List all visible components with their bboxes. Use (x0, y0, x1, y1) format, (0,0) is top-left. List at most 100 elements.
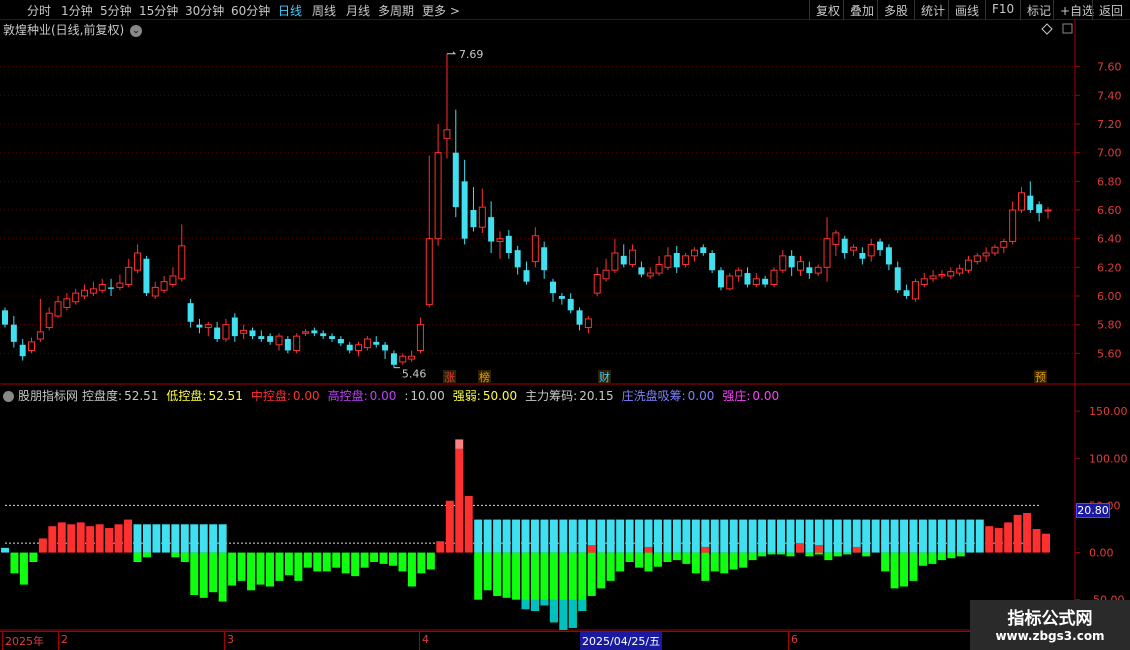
candle-body-down (762, 278, 769, 285)
indicator-bar-negative (710, 552, 719, 572)
candle-body-down (558, 296, 565, 299)
indicator-bar-negative (587, 552, 596, 596)
indicator-bar-negative (890, 552, 899, 589)
candle-body-down (885, 247, 892, 265)
candle-body-up (920, 278, 928, 286)
candle-body-up (664, 255, 672, 268)
indicator-bar-positive (862, 519, 871, 553)
indicator-bar-negative (881, 552, 890, 572)
candle-body-down (249, 330, 256, 337)
indicator-field-value: 52.51 (124, 389, 159, 403)
candle-body-up (584, 318, 592, 329)
indicator-bar-positive (493, 519, 502, 553)
date-tick (58, 632, 59, 650)
candle-body-down (187, 303, 194, 322)
indicator-bar-negative (701, 552, 710, 581)
candle-body-up (964, 259, 972, 271)
indicator-bar-negative (616, 552, 625, 572)
indicator-bar-negative (947, 552, 956, 559)
indicator-bar-positive (209, 524, 218, 553)
date-label-4: 6 (791, 633, 798, 646)
price-tick-label: 7.60 (1097, 61, 1122, 74)
indicator-bar-positive (616, 519, 625, 553)
candle-body-down (329, 336, 336, 339)
indicator-bar-positive (748, 519, 757, 553)
indicator-bar-negative (332, 552, 341, 568)
candle-body-up (929, 275, 937, 280)
indicator-bar-positive (918, 519, 927, 553)
chart-area[interactable]: 7.60 7.40 7.20 7.00 6.80 6.60 6.40 6.20 6.00 5.80… (0, 0, 1130, 650)
candle-body-up (478, 206, 486, 228)
indicator-bar-negative (663, 552, 672, 562)
candle-body-up (204, 324, 212, 329)
indicator-bar-positive (1032, 529, 1041, 553)
indicator-bar-positive (436, 541, 445, 553)
indicator-bar-positive (1042, 533, 1050, 553)
candle-body-down (214, 327, 221, 339)
candle-body-up (89, 288, 97, 294)
candle-body-up (222, 324, 230, 340)
indicator-bar-positive (1004, 522, 1013, 553)
indicator-bar-negative (370, 552, 379, 562)
low-price-label: 5.46 (402, 367, 427, 380)
indicator-field-value: 10.00 (410, 389, 445, 403)
indicator-bar-accent (795, 543, 804, 553)
candle-body-down (267, 336, 274, 342)
candle-body-down (709, 253, 716, 271)
candle-body-up (982, 252, 990, 257)
indicator-bar-positive (57, 522, 66, 553)
event-tag-1: 榜 (479, 370, 490, 384)
indicator-field-value: 0.00 (292, 389, 320, 403)
indicator-bar-positive (48, 526, 57, 553)
price-tick-label: 5.80 (1097, 319, 1122, 332)
candle-body-up (611, 252, 619, 271)
indicator-bar-positive (635, 519, 644, 553)
candle-body-down (788, 255, 795, 268)
price-tick-label: 6.80 (1097, 175, 1122, 188)
price-tick-label: 7.20 (1097, 118, 1122, 131)
indicator-settings-icon[interactable] (3, 391, 14, 402)
candle-body-down (877, 241, 884, 251)
indicator-bar-positive (833, 519, 842, 553)
indicator-bar-negative (256, 552, 265, 585)
indicator-bar-positive (691, 519, 700, 553)
indicator-bar-negative (313, 552, 322, 572)
candle-body-up (770, 269, 778, 286)
candle-body-down (311, 330, 318, 334)
indicator-field-label: 控盘度: (82, 389, 123, 403)
candle-body-down (258, 336, 265, 339)
candle-body-down (19, 344, 26, 357)
indicator-bar-negative (284, 552, 293, 576)
candle-body-up (735, 269, 743, 277)
candle-body-up (602, 269, 610, 280)
candle-body-up (823, 238, 831, 268)
date-tick (224, 632, 225, 650)
indicator-bar-negative (493, 552, 502, 596)
indicator-tick-label: 0.00 (1089, 547, 1114, 560)
indicator-field-0: 控盘度: 52.51 (82, 389, 162, 403)
indicator-bar-negative (672, 552, 681, 561)
indicator-bar-negative (10, 552, 19, 574)
high-price-label: 7.69 (459, 48, 484, 61)
indicator-bar-positive (1023, 512, 1032, 553)
candle-body-up (45, 312, 53, 329)
indicator-bar-negative (606, 552, 615, 581)
candle-body-up (682, 255, 690, 265)
candle-body-down (700, 247, 707, 253)
indicator-bar-positive (720, 519, 729, 553)
indicator-bar-accent (814, 545, 823, 553)
indicator-bar-positive (985, 526, 994, 553)
candle-body-up (1000, 241, 1008, 248)
indicator-bar-negative (512, 552, 521, 600)
indicator-bar-deep (549, 599, 558, 623)
candle-body-down (461, 181, 468, 239)
selected-date: 2025/04/25/五 (580, 632, 663, 650)
candle-body-up (425, 238, 433, 306)
indicator-bar-positive (672, 519, 681, 553)
candle-body-up (690, 249, 698, 257)
indicator-bar-negative (19, 552, 28, 585)
indicator-bar-negative (29, 552, 38, 562)
indicator-bar-negative (341, 552, 350, 574)
indicator-bar-positive (824, 519, 833, 553)
indicator-field-3: 高控盘: 0.00 (328, 389, 401, 403)
